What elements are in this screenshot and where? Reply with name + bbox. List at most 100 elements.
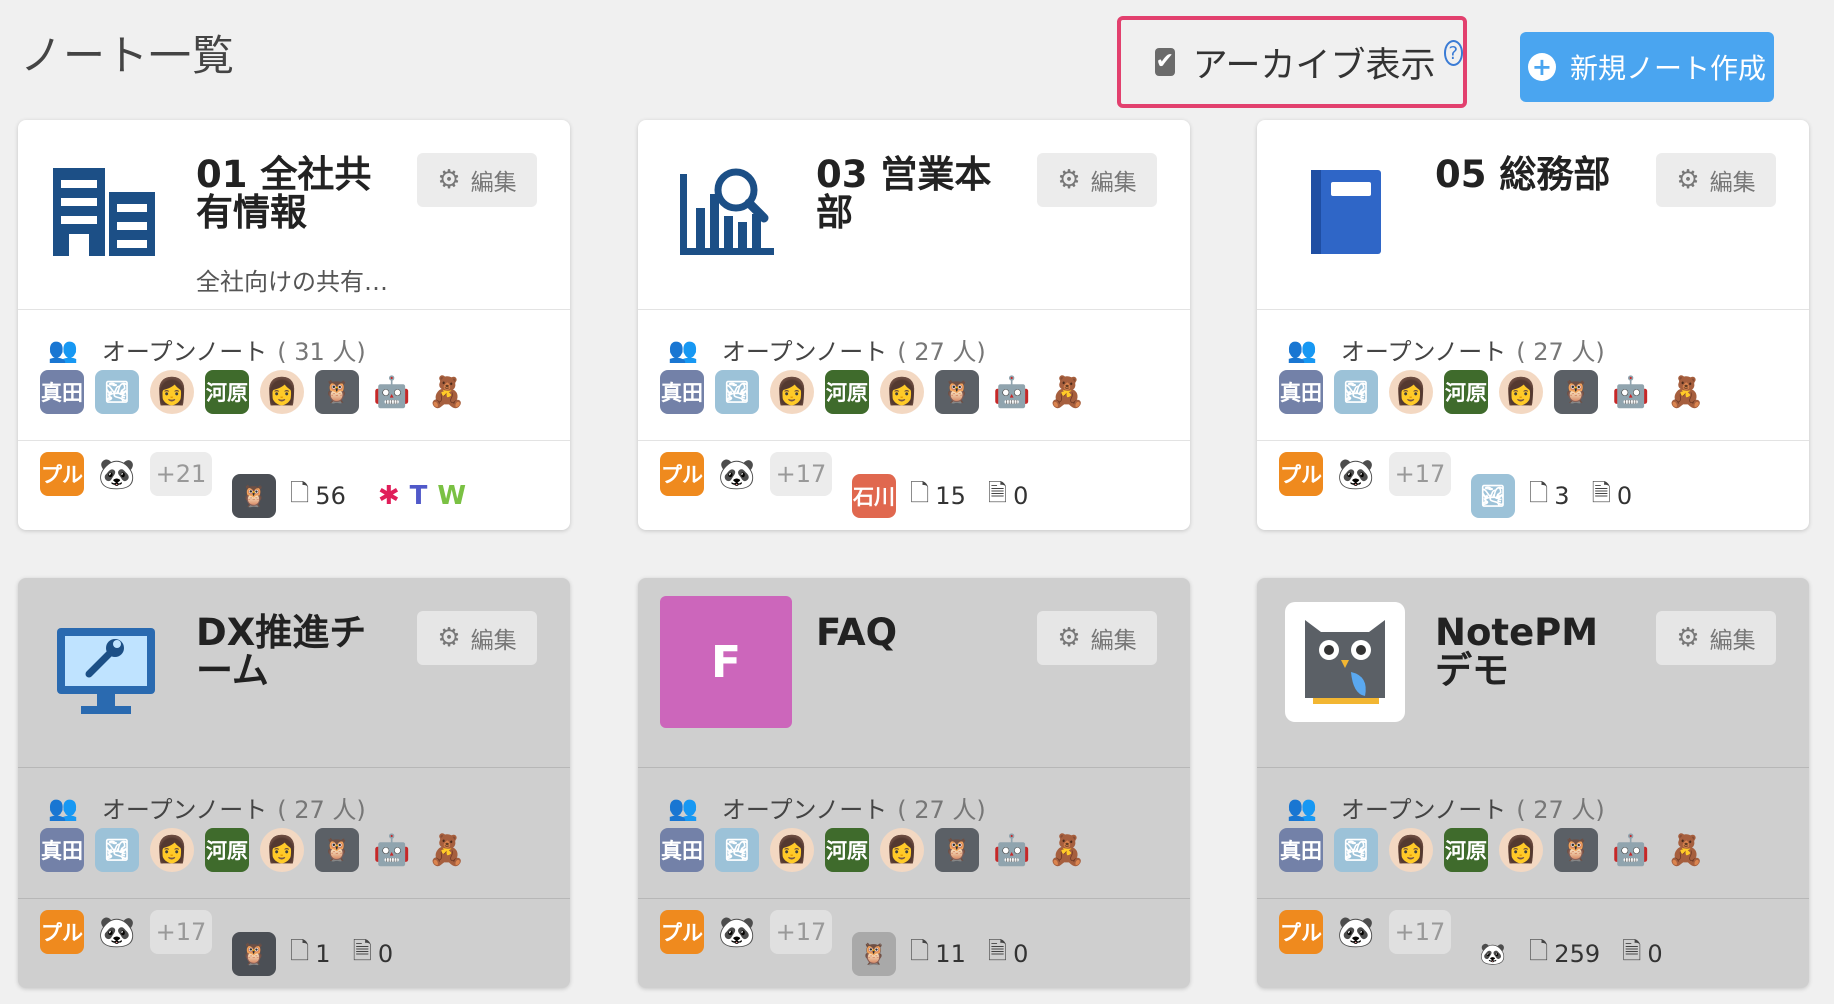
- avatar[interactable]: 🦉: [315, 828, 359, 872]
- latest-editor-avatar[interactable]: 🦉: [232, 932, 276, 976]
- avatar[interactable]: 🏞: [95, 828, 139, 872]
- archive-checkbox[interactable]: ✔: [1155, 48, 1175, 76]
- avatar[interactable]: プル: [1279, 910, 1323, 954]
- latest-editor-avatar[interactable]: 🦉: [852, 932, 896, 976]
- avatar[interactable]: 🐼: [715, 910, 759, 954]
- avatar[interactable]: 🧸: [1045, 828, 1089, 872]
- avatar[interactable]: 真田: [1279, 370, 1323, 414]
- avatar[interactable]: 🏞: [715, 828, 759, 872]
- new-note-button[interactable]: + 新規ノート作成: [1520, 32, 1774, 102]
- avatar[interactable]: 👩: [1389, 370, 1433, 414]
- note-card[interactable]: 01 全社共有情報 全社向けの共有… ⚙ 編集 👥 オープンノート ( 31 人…: [18, 120, 570, 530]
- avatar[interactable]: 🤖: [1609, 370, 1653, 414]
- member-avatars: 真田 🏞 👩 河原 👩 🦉 🤖 🧸: [1279, 370, 1719, 414]
- w-icon[interactable]: W: [437, 481, 466, 511]
- note-card[interactable]: F FAQ ⚙ 編集 👥 オープンノート ( 27 人) 真田 🏞 👩 河原 👩…: [638, 578, 1190, 988]
- avatar[interactable]: 👩: [150, 828, 194, 872]
- slack-icon[interactable]: ✱: [378, 481, 400, 511]
- avatar[interactable]: 🦉: [935, 370, 979, 414]
- latest-editor-avatar[interactable]: 🏞: [1471, 474, 1515, 518]
- avatar[interactable]: 👩: [770, 370, 814, 414]
- avatar[interactable]: 🤖: [370, 370, 414, 414]
- avatar[interactable]: プル: [40, 452, 84, 496]
- avatar[interactable]: 真田: [660, 370, 704, 414]
- more-members-badge[interactable]: +21: [150, 452, 212, 496]
- avatar[interactable]: 河原: [1444, 370, 1488, 414]
- avatar[interactable]: プル: [40, 910, 84, 954]
- avatar[interactable]: プル: [1279, 452, 1323, 496]
- avatar[interactable]: 真田: [1279, 828, 1323, 872]
- avatar[interactable]: 🧸: [1664, 828, 1708, 872]
- avatar[interactable]: 👩: [1389, 828, 1433, 872]
- note-card[interactable]: 03 営業本部 ⚙ 編集 👥 オープンノート ( 27 人) 真田 🏞 👩 河原…: [638, 120, 1190, 530]
- avatar[interactable]: 🐼: [1334, 910, 1378, 954]
- edit-button[interactable]: ⚙ 編集: [417, 153, 537, 207]
- edit-button[interactable]: ⚙ 編集: [1037, 153, 1157, 207]
- avatar[interactable]: プル: [660, 452, 704, 496]
- more-members-badge[interactable]: +17: [770, 452, 832, 496]
- avatar[interactable]: 🏞: [95, 370, 139, 414]
- avatar[interactable]: 真田: [40, 370, 84, 414]
- avatar[interactable]: 🐼: [715, 452, 759, 496]
- avatar[interactable]: 👩: [260, 828, 304, 872]
- avatar[interactable]: 🏞: [715, 370, 759, 414]
- avatar[interactable]: 🦉: [1554, 370, 1598, 414]
- avatar[interactable]: 🏞: [1334, 828, 1378, 872]
- archive-label[interactable]: アーカイブ表示: [1193, 37, 1436, 88]
- avatar[interactable]: 👩: [150, 370, 194, 414]
- latest-editor-avatar[interactable]: 🐼: [1471, 932, 1515, 976]
- more-members-badge[interactable]: +17: [1389, 452, 1451, 496]
- note-title[interactable]: FAQ: [816, 613, 1016, 652]
- avatar[interactable]: 🦉: [935, 828, 979, 872]
- avatar[interactable]: 👩: [260, 370, 304, 414]
- avatar[interactable]: 🧸: [425, 828, 469, 872]
- edit-button[interactable]: ⚙ 編集: [1656, 153, 1776, 207]
- note-title[interactable]: DX推進チーム: [196, 613, 396, 691]
- teams-icon[interactable]: T: [410, 481, 428, 511]
- avatar[interactable]: 🐼: [95, 910, 139, 954]
- avatar[interactable]: 🤖: [370, 828, 414, 872]
- edit-button[interactable]: ⚙ 編集: [417, 611, 537, 665]
- note-title[interactable]: 01 全社共有情報: [196, 155, 396, 233]
- avatar[interactable]: 👩: [880, 828, 924, 872]
- edit-button[interactable]: ⚙ 編集: [1037, 611, 1157, 665]
- edit-button[interactable]: ⚙ 編集: [1656, 611, 1776, 665]
- avatar[interactable]: 🐼: [1334, 452, 1378, 496]
- avatar[interactable]: 👩: [770, 828, 814, 872]
- note-card[interactable]: NotePMデモ ⚙ 編集 👥 オープンノート ( 27 人) 真田 🏞 👩 河…: [1257, 578, 1809, 988]
- note-title[interactable]: 05 総務部: [1435, 155, 1635, 194]
- avatar[interactable]: 🤖: [990, 370, 1034, 414]
- avatar[interactable]: 真田: [660, 828, 704, 872]
- avatar[interactable]: 🧸: [1664, 370, 1708, 414]
- more-members-badge[interactable]: +17: [1389, 910, 1451, 954]
- help-icon[interactable]: ?: [1443, 40, 1463, 66]
- latest-editor-avatar[interactable]: 石川: [852, 474, 896, 518]
- avatar[interactable]: 🐼: [95, 452, 139, 496]
- avatar[interactable]: 🦉: [1554, 828, 1598, 872]
- avatar[interactable]: 河原: [825, 370, 869, 414]
- note-title[interactable]: 03 営業本部: [816, 155, 1016, 233]
- avatar[interactable]: 河原: [1444, 828, 1488, 872]
- more-members-badge[interactable]: +17: [770, 910, 832, 954]
- avatar[interactable]: 🧸: [1045, 370, 1089, 414]
- avatar[interactable]: 🦉: [315, 370, 359, 414]
- note-title[interactable]: NotePMデモ: [1435, 613, 1635, 691]
- avatar[interactable]: 👩: [1499, 828, 1543, 872]
- divider: [18, 440, 570, 441]
- avatar[interactable]: 👩: [1499, 370, 1543, 414]
- avatar[interactable]: 🧸: [425, 370, 469, 414]
- note-card[interactable]: 05 総務部 ⚙ 編集 👥 オープンノート ( 27 人) 真田 🏞 👩 河原 …: [1257, 120, 1809, 530]
- avatar[interactable]: 🤖: [990, 828, 1034, 872]
- avatar[interactable]: 🏞: [1334, 370, 1378, 414]
- note-card[interactable]: DX推進チーム ⚙ 編集 👥 オープンノート ( 27 人) 真田 🏞 👩 河原…: [18, 578, 570, 988]
- avatar[interactable]: プル: [660, 910, 704, 954]
- avatar[interactable]: 河原: [205, 828, 249, 872]
- avatar[interactable]: 河原: [205, 370, 249, 414]
- avatar[interactable]: 👩: [880, 370, 924, 414]
- archive-toggle[interactable]: ✔ アーカイブ表示 ?: [1117, 16, 1467, 108]
- avatar[interactable]: 河原: [825, 828, 869, 872]
- avatar[interactable]: 🤖: [1609, 828, 1653, 872]
- more-members-badge[interactable]: +17: [150, 910, 212, 954]
- latest-editor-avatar[interactable]: 🦉: [232, 474, 276, 518]
- avatar[interactable]: 真田: [40, 828, 84, 872]
